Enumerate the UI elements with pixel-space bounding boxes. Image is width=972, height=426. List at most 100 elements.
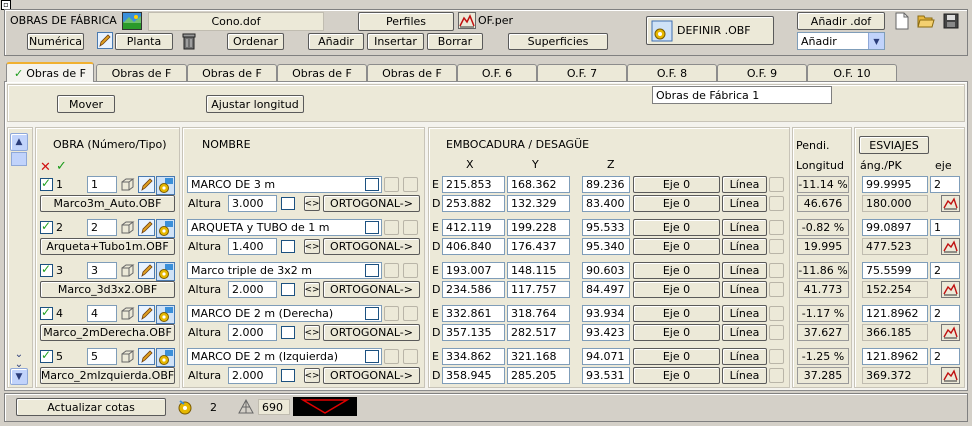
mover-button[interactable]: Mover bbox=[57, 95, 115, 113]
cube-icon[interactable] bbox=[119, 219, 136, 236]
profile-chart-icon[interactable] bbox=[941, 367, 960, 384]
planta-button[interactable]: Planta bbox=[115, 33, 173, 50]
obf-file-button[interactable]: Marco_2mDerecha.OBF bbox=[40, 324, 175, 341]
row-checkbox[interactable] bbox=[40, 219, 53, 234]
profile-chart-icon[interactable] bbox=[941, 195, 960, 212]
embocadura-z-field[interactable]: 94.071 bbox=[582, 348, 630, 365]
eje-button[interactable]: Eje 0 bbox=[633, 324, 720, 341]
eje-button[interactable]: Eje 0 bbox=[633, 305, 720, 322]
embocadura-z-field[interactable]: 95.533 bbox=[582, 219, 630, 236]
tab-6[interactable]: O.F. 6 bbox=[457, 64, 537, 81]
altura-checkbox[interactable] bbox=[281, 283, 295, 296]
name-option-box[interactable] bbox=[403, 263, 418, 278]
embocadura-y-field[interactable]: 318.764 bbox=[507, 305, 570, 322]
ortogonal-button[interactable]: ORTOGONAL-> bbox=[323, 324, 420, 341]
row-checkbox[interactable] bbox=[40, 305, 53, 320]
linea-button[interactable]: Línea bbox=[722, 176, 767, 193]
gear-icon[interactable] bbox=[156, 348, 175, 367]
gear-icon[interactable] bbox=[156, 305, 175, 324]
obra-name-field[interactable]: Obras de Fábrica 1 bbox=[652, 86, 832, 104]
obra-name-field[interactable]: Marco triple de 3x2 m bbox=[187, 262, 382, 279]
linea-option-box[interactable] bbox=[769, 177, 784, 192]
pencil-icon[interactable] bbox=[138, 262, 155, 279]
linea-option-box[interactable] bbox=[769, 263, 784, 278]
obf-file-button[interactable]: Arqueta+Tubo1m.OBF bbox=[40, 238, 175, 255]
embocadura-x-field[interactable]: 412.119 bbox=[442, 219, 505, 236]
gear-icon[interactable] bbox=[156, 219, 175, 238]
embocadura-x-field[interactable]: 215.853 bbox=[442, 176, 505, 193]
embocadura-z-field[interactable]: 90.603 bbox=[582, 262, 630, 279]
embocadura-y-field[interactable]: 168.362 bbox=[507, 176, 570, 193]
anadir-button[interactable]: Añadir bbox=[308, 33, 364, 50]
linea-option-box[interactable] bbox=[769, 325, 784, 340]
name-checkbox[interactable] bbox=[365, 221, 379, 234]
accept-icon[interactable]: ✓ bbox=[56, 159, 67, 174]
obf-file-button[interactable]: Marco_2mIzquierda.OBF bbox=[40, 367, 175, 384]
swap-button[interactable]: <> bbox=[304, 196, 320, 211]
name-option-box[interactable] bbox=[384, 263, 399, 278]
swap-button[interactable]: <> bbox=[304, 239, 320, 254]
name-checkbox[interactable] bbox=[365, 178, 379, 191]
tab-1[interactable]: ✓ Obras de F bbox=[6, 62, 94, 82]
insertar-button[interactable]: Insertar bbox=[367, 33, 424, 50]
perfiles-button[interactable]: Perfiles bbox=[358, 12, 454, 31]
desague-z-field[interactable]: 84.497 bbox=[582, 281, 630, 298]
desague-y-field[interactable]: 285.205 bbox=[507, 367, 570, 384]
obra-name-field[interactable]: MARCO DE 3 m bbox=[187, 176, 382, 193]
linea-option-box[interactable] bbox=[769, 368, 784, 383]
altura-field[interactable]: 1.400 bbox=[228, 238, 277, 255]
ortogonal-button[interactable]: ORTOGONAL-> bbox=[323, 281, 420, 298]
scroll-thumb[interactable] bbox=[11, 152, 27, 166]
definir-obf-button[interactable]: DEFINIR .OBF bbox=[646, 16, 774, 45]
obra-name-field[interactable]: MARCO DE 2 m (Derecha) bbox=[187, 305, 382, 322]
tab-8[interactable]: O.F. 8 bbox=[627, 64, 717, 81]
angulo-field[interactable]: 121.8962 bbox=[862, 305, 928, 322]
landscape-icon[interactable] bbox=[122, 12, 142, 30]
angulo-field[interactable]: 121.8962 bbox=[862, 348, 928, 365]
name-option-box[interactable] bbox=[403, 220, 418, 235]
altura-checkbox[interactable] bbox=[281, 369, 295, 382]
linea-button[interactable]: Línea bbox=[722, 281, 767, 298]
eje-button[interactable]: Eje 0 bbox=[633, 281, 720, 298]
embocadura-y-field[interactable]: 321.168 bbox=[507, 348, 570, 365]
double-chevron-down-icon[interactable]: ⌄ ⌄ bbox=[12, 350, 26, 370]
cube-icon[interactable] bbox=[119, 305, 136, 322]
open-folder-icon[interactable] bbox=[916, 11, 936, 31]
eje-button[interactable]: Eje 0 bbox=[633, 195, 720, 212]
ajustar-longitud-button[interactable]: Ajustar longitud bbox=[206, 95, 304, 113]
anadir-dof-button[interactable]: Añadir .dof bbox=[797, 12, 885, 30]
gear-icon[interactable] bbox=[156, 262, 175, 281]
linea-button[interactable]: Línea bbox=[722, 195, 767, 212]
name-option-box[interactable] bbox=[403, 349, 418, 364]
profile-chart-icon[interactable] bbox=[941, 238, 960, 255]
ordenar-button[interactable]: Ordenar bbox=[227, 33, 284, 50]
eje-number-field[interactable]: 1 bbox=[930, 219, 960, 236]
altura-checkbox[interactable] bbox=[281, 326, 295, 339]
linea-button[interactable]: Línea bbox=[722, 238, 767, 255]
save-disk-icon[interactable] bbox=[941, 11, 961, 31]
angulo-field[interactable]: 99.0897 bbox=[862, 219, 928, 236]
eje-number-field[interactable]: 2 bbox=[930, 262, 960, 279]
name-checkbox[interactable] bbox=[365, 264, 379, 277]
linea-option-box[interactable] bbox=[769, 239, 784, 254]
name-checkbox[interactable] bbox=[365, 307, 379, 320]
linea-option-box[interactable] bbox=[769, 196, 784, 211]
esviajes-button[interactable]: ESVIAJES bbox=[859, 136, 929, 154]
obra-name-field[interactable]: ARQUETA y TUBO de 1 m bbox=[187, 219, 382, 236]
row-index-field[interactable]: 2 bbox=[87, 219, 117, 236]
desague-y-field[interactable]: 117.757 bbox=[507, 281, 570, 298]
name-option-box[interactable] bbox=[384, 349, 399, 364]
linea-option-box[interactable] bbox=[769, 306, 784, 321]
altura-checkbox[interactable] bbox=[281, 197, 295, 210]
eje-button[interactable]: Eje 0 bbox=[633, 238, 720, 255]
actualizar-cotas-button[interactable]: Actualizar cotas bbox=[16, 398, 166, 416]
profile-chart-icon[interactable] bbox=[941, 281, 960, 298]
altura-field[interactable]: 2.000 bbox=[228, 281, 277, 298]
desague-x-field[interactable]: 357.135 bbox=[442, 324, 505, 341]
pencil-icon[interactable] bbox=[138, 219, 155, 236]
row-checkbox[interactable] bbox=[40, 176, 53, 191]
desague-x-field[interactable]: 253.882 bbox=[442, 195, 505, 212]
ortogonal-button[interactable]: ORTOGONAL-> bbox=[323, 238, 420, 255]
eje-number-field[interactable]: 2 bbox=[930, 305, 960, 322]
swap-button[interactable]: <> bbox=[304, 282, 320, 297]
